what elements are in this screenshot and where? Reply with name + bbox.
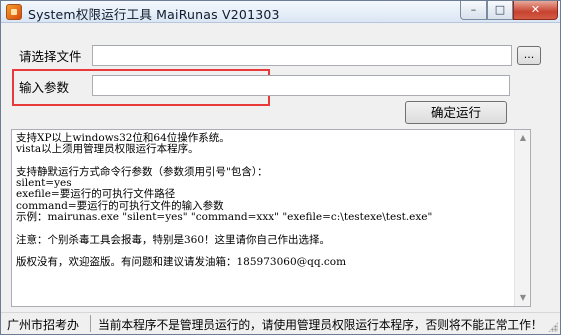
file-path-input[interactable] xyxy=(92,45,512,66)
param-label: 输入参数 xyxy=(19,80,70,95)
info-line: 支持静默运行方式命令行参数（参数须用引号"包含）： xyxy=(16,165,268,178)
resize-grip-icon[interactable] xyxy=(548,322,558,332)
status-separator xyxy=(90,315,91,332)
info-line: vista以上须用管理员权限运行本程序。 xyxy=(16,143,199,156)
window-title: System权限运行工具 MaiRunas V201303 xyxy=(28,7,280,22)
browse-button[interactable]: ... xyxy=(517,46,541,65)
status-bar: 广州市招考办 当前本程序不是管理员运行的，请使用管理员权限运行本程序，否则将不能… xyxy=(1,312,560,334)
info-line xyxy=(16,223,432,234)
info-line: 版权没有，欢迎盗版。有问题和建议请发油箱：185973060@qq.com xyxy=(16,256,347,269)
info-scrollbar[interactable]: ▲ ▼ xyxy=(514,130,530,306)
file-label: 请选择文件 xyxy=(19,49,82,64)
info-line: 示例：mairunas.exe "silent=yes" "command=xx… xyxy=(16,211,433,224)
info-text: 支持XP以上windows32位和64位操作系统。 vista以上须用管理员权限运… xyxy=(16,132,433,269)
scroll-down-icon[interactable]: ▼ xyxy=(515,290,531,306)
title-bar[interactable]: System权限运行工具 MaiRunas V201303 – □ ✕ xyxy=(1,1,560,23)
scroll-up-icon[interactable]: ▲ xyxy=(515,130,531,146)
app-icon xyxy=(6,4,22,20)
status-warning-text: 当前本程序不是管理员运行的，请使用管理员权限运行本程序，否则将不能正常工作！ xyxy=(98,318,543,332)
maximize-button[interactable]: □ xyxy=(487,1,513,20)
run-button[interactable]: 确定运行 xyxy=(405,101,507,124)
app-window: System权限运行工具 MaiRunas V201303 – □ ✕ 请选择文… xyxy=(0,0,561,335)
info-textarea[interactable]: 支持XP以上windows32位和64位操作系统。 vista以上须用管理员权限运… xyxy=(11,129,531,307)
close-button[interactable]: ✕ xyxy=(513,1,558,20)
info-line: 注意：个别杀毒工具会报毒，特别是360！这里请你自己作出选择。 xyxy=(16,233,331,246)
param-input[interactable] xyxy=(92,75,510,96)
status-org-text: 广州市招考办 xyxy=(7,318,80,332)
minimize-button[interactable]: – xyxy=(460,1,487,20)
